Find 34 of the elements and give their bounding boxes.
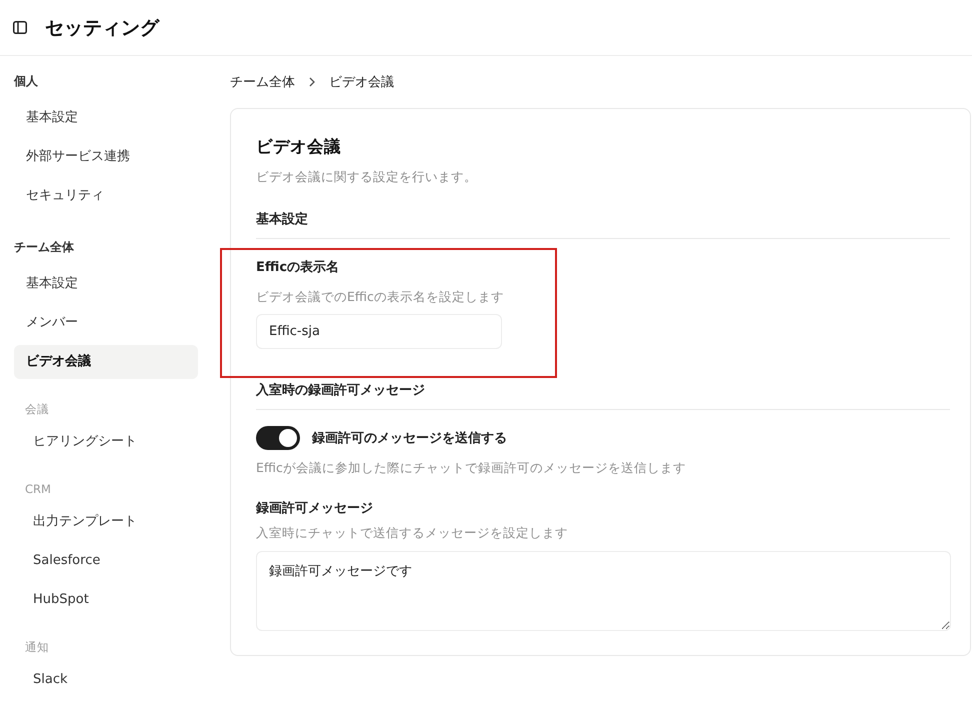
text-input[interactable]: Effic-sja [256, 314, 502, 349]
breadcrumb-current: ビデオ会議 [329, 74, 394, 91]
field-help: Efficが会議に参加した際にチャットで録画許可のメッセージを送信します [256, 459, 686, 477]
sidebar-group-label: 個人 [14, 73, 38, 90]
field-help: ビデオ会議でのEfficの表示名を設定します [256, 288, 504, 306]
field-label: 録画許可メッセージ [256, 500, 373, 518]
sidebar-item[interactable]: Slack [14, 663, 198, 697]
message-textarea[interactable]: 録画許可メッセージです [256, 551, 951, 631]
toggle-label: 録画許可のメッセージを送信する [312, 430, 507, 447]
sidebar-item[interactable]: セキュリティ [14, 179, 198, 213]
section-heading: 入室時の録画許可メッセージ [256, 382, 425, 400]
sidebar-item[interactable]: ビデオ会議 [14, 345, 198, 379]
sidebar-group-label: チーム全体 [14, 239, 74, 256]
sidebar-item[interactable]: 基本設定 [14, 101, 198, 135]
sidebar-subgroup-label: 会議 [24, 401, 49, 418]
breadcrumb-link[interactable]: チーム全体 [230, 73, 295, 91]
chevron-icon [309, 77, 315, 87]
field-help: 入室時にチャットで送信するメッセージを設定します [256, 524, 568, 542]
sidebar-item[interactable]: 外部サービス連携 [14, 140, 198, 174]
page-title: セッティング [45, 16, 159, 40]
sidebar-subgroup-label: 通知 [24, 639, 49, 656]
sidebar-item[interactable]: 基本設定 [14, 267, 198, 301]
panel-description: ビデオ会議に関する設定を行います。 [256, 168, 478, 186]
field-label: Efficの表示名 [256, 259, 340, 277]
sidebar-item[interactable]: 出力テンプレート [14, 505, 198, 539]
sidebar-subgroup-label: CRM [24, 481, 51, 498]
toggle-switch[interactable] [256, 426, 300, 450]
sidebar-item[interactable]: メンバー [14, 306, 198, 340]
sidebar-item[interactable]: HubSpot [14, 583, 198, 617]
sidebar-item[interactable]: Salesforce [14, 544, 198, 578]
section-heading: 基本設定 [256, 210, 308, 229]
panel-title: ビデオ会議 [256, 136, 342, 158]
sidebar-item[interactable]: ヒアリングシート [14, 425, 198, 459]
sidebar-toggle-icon[interactable] [13, 21, 27, 34]
